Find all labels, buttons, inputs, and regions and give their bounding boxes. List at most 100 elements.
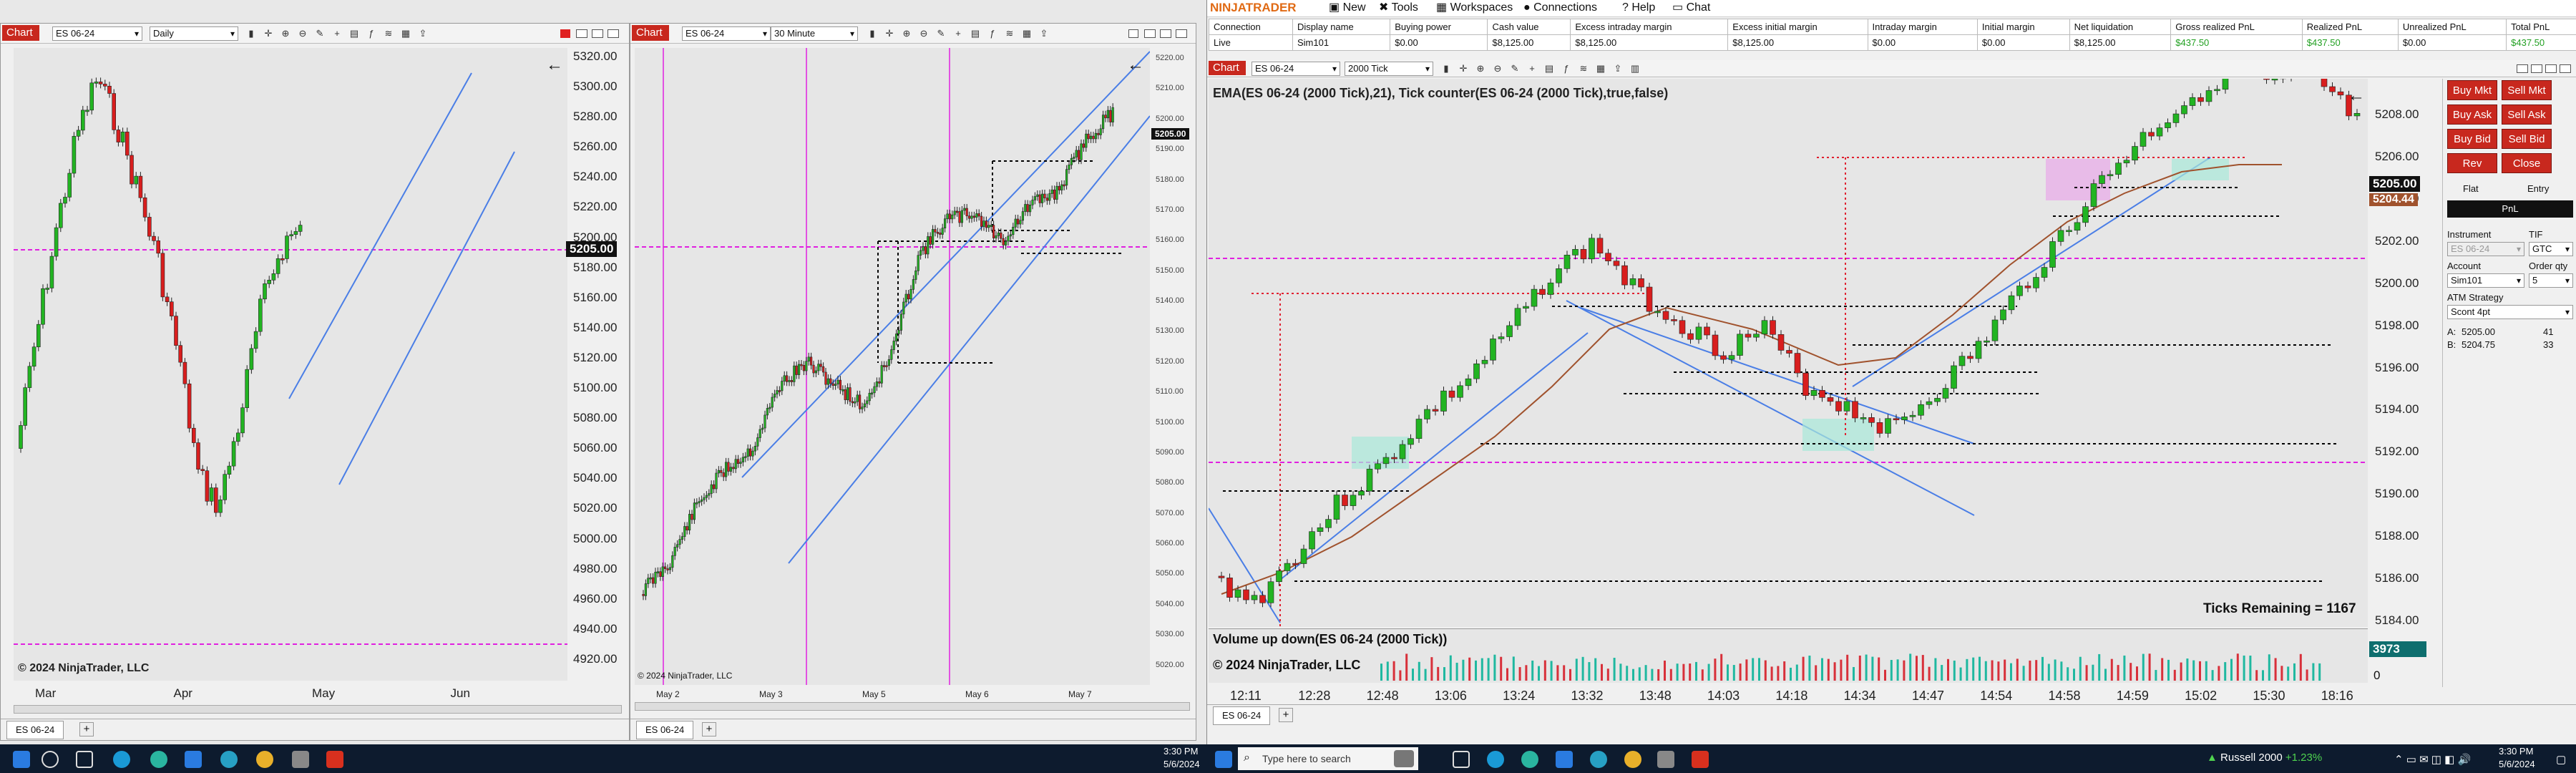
sell-bid-button[interactable]: Sell Bid (2502, 129, 2552, 149)
close-button[interactable] (1176, 29, 1187, 38)
price-panel[interactable]: ← © 2024 NinjaTrader, LLC (635, 48, 1150, 685)
scrollbar[interactable] (14, 705, 622, 714)
drawing-icon[interactable]: ✎ (1509, 63, 1521, 74)
edge-beta-icon[interactable] (150, 751, 167, 768)
chart-label[interactable]: Chart (632, 25, 669, 41)
task-view-icon[interactable] (76, 751, 93, 768)
drawing-icon[interactable]: ✎ (314, 28, 326, 39)
tray-icons[interactable]: ⌃ ▭ ✉ ◫ ◧ 🔊 (2394, 753, 2471, 766)
maximize-button[interactable] (1160, 29, 1171, 38)
notification-icon[interactable]: ▢ (2556, 753, 2566, 766)
add-tab-button[interactable]: + (1279, 708, 1293, 722)
crosshair-icon[interactable]: ✛ (263, 28, 274, 39)
instrument-field[interactable]: ES 06-24 (2447, 242, 2524, 256)
menu-tools[interactable]: ✖ Tools (1379, 0, 1418, 16)
tool-icon[interactable] (1657, 751, 1674, 768)
chrome-icon[interactable] (256, 751, 273, 768)
back-arrow-icon[interactable]: ← (546, 55, 563, 75)
add-icon[interactable]: + (1526, 63, 1538, 74)
edge-beta-icon[interactable] (1521, 751, 1538, 768)
close-button[interactable] (608, 29, 619, 38)
add-tab-button[interactable]: + (79, 722, 94, 736)
buy-market-button[interactable]: Buy Mkt (2447, 80, 2497, 100)
indicators-icon[interactable]: ƒ (987, 28, 998, 39)
minimize-button[interactable] (1144, 29, 1156, 38)
zoom-in-icon[interactable]: ⊕ (901, 28, 912, 39)
zoom-out-icon[interactable]: ⊖ (918, 28, 930, 39)
maximize-button[interactable] (592, 29, 603, 38)
buy-bid-button[interactable]: Buy Bid (2447, 129, 2497, 149)
properties-icon[interactable]: ▤ (348, 28, 360, 39)
templates-icon[interactable]: ▦ (1595, 63, 1606, 74)
instrument-select[interactable]: ES 06-24 (1252, 62, 1340, 76)
tab-instrument[interactable]: ES 06-24 (1213, 706, 1271, 725)
taskbar-search-box[interactable]: ⌕ Type here to search (1238, 747, 1418, 770)
ninjatrader-icon[interactable] (1692, 751, 1709, 768)
strategies-icon[interactable]: ≋ (1004, 28, 1015, 39)
edge-dev-icon[interactable] (1590, 751, 1607, 768)
ticker-widget[interactable]: ▲ Russell 2000 +1.23% (2207, 752, 2322, 764)
share-icon[interactable]: ⇪ (417, 28, 429, 39)
close-position-button[interactable]: Close (2502, 153, 2552, 173)
chart-label[interactable]: Chart (2, 25, 39, 41)
chart-label[interactable]: Chart (1209, 61, 1246, 75)
order-qty-stepper[interactable]: 5 (2529, 273, 2573, 288)
windows-start-icon[interactable] (13, 751, 30, 768)
minimize-button[interactable] (2531, 64, 2542, 73)
indicators-icon[interactable]: ƒ (366, 28, 377, 39)
zoom-in-icon[interactable]: ⊕ (280, 28, 291, 39)
minimize-button[interactable] (576, 29, 587, 38)
share-icon[interactable]: ⇪ (1612, 63, 1624, 74)
ninjatrader-icon[interactable] (326, 751, 343, 768)
menu-chat[interactable]: ▭ Chat (1672, 0, 1710, 16)
windows-start-icon[interactable] (1215, 751, 1232, 768)
link-button[interactable] (2517, 64, 2528, 73)
atm-strategy-select[interactable]: Scont 4pt (2447, 305, 2573, 319)
price-panel[interactable]: EMA(ES 06-24 (2000 Tick),21), Tick count… (1209, 79, 2368, 627)
add-icon[interactable]: + (331, 28, 343, 39)
instrument-select[interactable]: ES 06-24 (682, 26, 771, 41)
share-icon[interactable]: ⇪ (1038, 28, 1050, 39)
menu-connections[interactable]: ● Connections (1523, 0, 1597, 16)
store-icon[interactable] (1556, 751, 1573, 768)
zoom-out-icon[interactable]: ⊖ (1492, 63, 1503, 74)
templates-icon[interactable]: ▦ (1021, 28, 1033, 39)
sell-ask-button[interactable]: Sell Ask (2502, 104, 2552, 125)
link-color-icon[interactable] (1128, 29, 1138, 38)
chrome-icon[interactable] (1624, 751, 1641, 768)
zoom-out-icon[interactable]: ⊖ (297, 28, 308, 39)
crosshair-icon[interactable]: ✛ (884, 28, 895, 39)
menu-new[interactable]: ▣ New (1329, 0, 1366, 16)
close-button[interactable] (2560, 64, 2571, 73)
menu-workspaces[interactable]: ▦ Workspaces (1436, 0, 1513, 16)
add-tab-button[interactable]: + (702, 722, 716, 736)
crosshair-icon[interactable]: ✛ (1458, 63, 1469, 74)
bar-type-icon[interactable]: ▮ (867, 28, 878, 39)
chart-trader-icon[interactable]: ▥ (1629, 63, 1641, 74)
add-icon[interactable]: + (952, 28, 964, 39)
tool-icon[interactable] (292, 751, 309, 768)
bar-type-icon[interactable]: ▮ (1440, 63, 1452, 74)
volume-panel[interactable]: Volume up down(ES 06-24 (2000 Tick)) © 2… (1209, 628, 2368, 683)
bar-type-icon[interactable]: ▮ (245, 28, 257, 39)
tif-select[interactable]: GTC (2529, 242, 2573, 256)
zoom-in-icon[interactable]: ⊕ (1475, 63, 1486, 74)
strategies-icon[interactable]: ≋ (1578, 63, 1589, 74)
drawing-icon[interactable]: ✎ (935, 28, 947, 39)
edge-icon[interactable] (1487, 751, 1504, 768)
tab-instrument[interactable]: ES 06-24 (6, 721, 64, 739)
interval-select[interactable]: Daily (150, 26, 238, 41)
sell-market-button[interactable]: Sell Mkt (2502, 80, 2552, 100)
scrollbar[interactable] (635, 702, 1190, 711)
maximize-button[interactable] (2545, 64, 2557, 73)
instrument-select[interactable]: ES 06-24 (52, 26, 142, 41)
account-select[interactable]: Sim101 (2447, 273, 2524, 288)
accounts-row[interactable]: Live Sim101 $0.00 $8,125.00 $8,125.00 $8,125.… (1209, 34, 2576, 51)
store-icon[interactable] (185, 751, 202, 768)
reverse-button[interactable]: Rev (2447, 153, 2497, 173)
search-icon[interactable] (42, 751, 59, 768)
tab-instrument[interactable]: ES 06-24 (636, 721, 694, 739)
interval-select[interactable]: 30 Minute (771, 26, 858, 41)
back-arrow-icon[interactable]: ← (2348, 86, 2365, 106)
strategies-icon[interactable]: ≋ (383, 28, 394, 39)
